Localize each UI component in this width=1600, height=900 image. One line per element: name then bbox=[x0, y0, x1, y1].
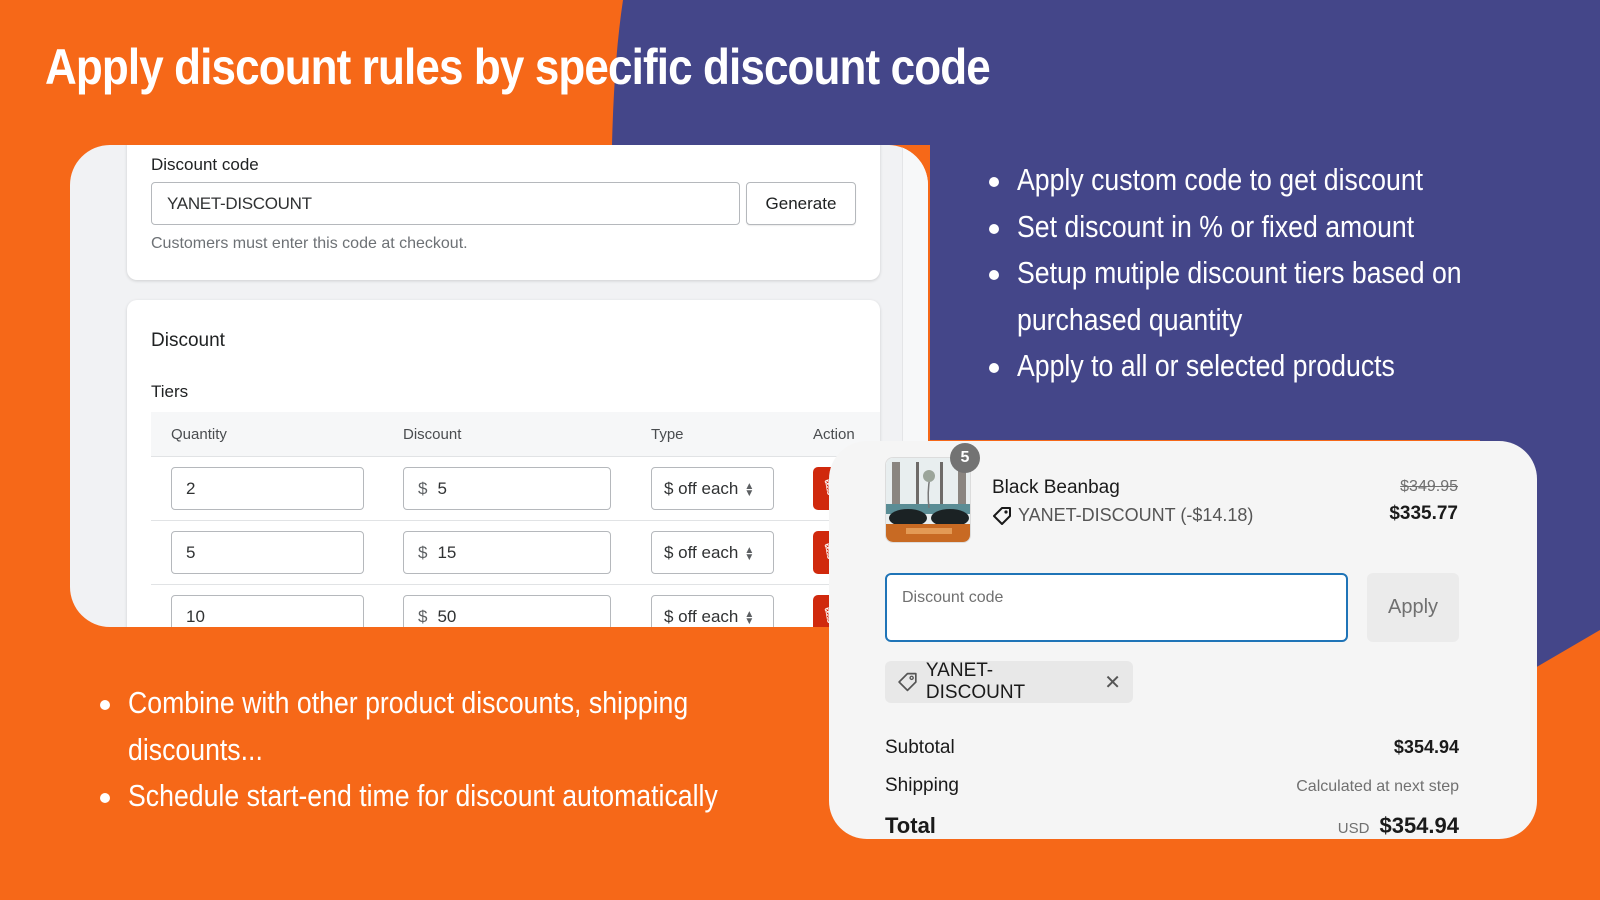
apply-button[interactable]: Apply bbox=[1367, 573, 1459, 642]
discount-code-input[interactable]: YANET-DISCOUNT bbox=[151, 182, 740, 225]
feature-item: Combine with other product discounts, sh… bbox=[98, 680, 858, 773]
feature-item: Apply to all or selected products bbox=[987, 343, 1587, 390]
discounted-price: $335.77 bbox=[1389, 503, 1458, 524]
currency-prefix: $ bbox=[418, 607, 428, 626]
tag-icon bbox=[898, 672, 917, 692]
feature-item: Set discount in % or fixed amount bbox=[987, 204, 1587, 251]
column-header-action: Action bbox=[813, 426, 855, 443]
total-currency: USD bbox=[1337, 820, 1370, 837]
select-arrows-icon: ▲ ▼ bbox=[744, 480, 755, 499]
original-price: $349.95 bbox=[1400, 478, 1458, 495]
feature-list-right: Apply custom code to get discount Set di… bbox=[987, 157, 1587, 390]
type-select[interactable]: $ off each ▲ ▼ bbox=[651, 595, 774, 627]
shipping-label: Shipping bbox=[885, 775, 959, 796]
page-headline: Apply discount rules by specific discoun… bbox=[45, 39, 991, 95]
tier-row: 5 $15 $ off each▲▼ 🗑 bbox=[151, 521, 880, 585]
currency-prefix: $ bbox=[418, 543, 428, 562]
quantity-input[interactable]: 5 bbox=[171, 531, 364, 574]
subtotal-row: Subtotal $354.94 bbox=[885, 737, 1459, 759]
discount-value: 5 bbox=[437, 479, 447, 498]
discount-value: 15 bbox=[437, 543, 457, 562]
feature-item: Schedule start-end time for discount aut… bbox=[98, 773, 858, 820]
type-value: $ off each bbox=[664, 607, 739, 626]
discount-input[interactable]: $15 bbox=[403, 531, 611, 574]
tier-row: 2 $5 $ off each▲▼ 🗑 bbox=[151, 457, 880, 521]
column-header-discount: Discount bbox=[403, 426, 462, 443]
discount-code-field[interactable]: Discount code bbox=[885, 573, 1348, 642]
product-discount-line: YANET-DISCOUNT (-$14.18) bbox=[992, 505, 1253, 526]
feature-item: Apply custom code to get discount bbox=[987, 157, 1587, 204]
type-select[interactable]: $ off each ▲ ▼ bbox=[651, 531, 774, 574]
applied-code-text: YANET-DISCOUNT (-$14.18) bbox=[1018, 505, 1254, 525]
shipping-value: Calculated at next step bbox=[1296, 778, 1459, 795]
tier-row: 10 $50 $ off each▲▼ 🗑 bbox=[151, 585, 880, 627]
type-select[interactable]: $ off each ▲ ▼ bbox=[651, 467, 774, 510]
discount-section-title: Discount bbox=[151, 330, 225, 351]
discount-code-label: Discount code bbox=[151, 155, 259, 174]
admin-panel: Discount code YANET-DISCOUNT Generate Cu… bbox=[70, 145, 928, 627]
quantity-input[interactable]: 10 bbox=[171, 595, 364, 627]
discount-input[interactable]: $50 bbox=[403, 595, 611, 627]
type-value: $ off each bbox=[664, 543, 739, 562]
discount-input[interactable]: $5 bbox=[403, 467, 611, 510]
column-header-type: Type bbox=[651, 426, 684, 443]
applied-discount-chip: YANET-DISCOUNT ✕ bbox=[885, 660, 1133, 703]
feature-list-left: Combine with other product discounts, sh… bbox=[98, 680, 858, 820]
column-header-quantity: Quantity bbox=[171, 426, 227, 443]
subtotal-label: Subtotal bbox=[885, 737, 955, 758]
applied-code-label: YANET-DISCOUNT bbox=[925, 660, 1026, 703]
select-arrows-icon: ▲ ▼ bbox=[744, 608, 755, 627]
currency-prefix: $ bbox=[418, 479, 428, 498]
discount-card: Discount Tiers Quantity Discount Type Ac… bbox=[127, 300, 880, 627]
quantity-input[interactable]: 2 bbox=[171, 467, 364, 510]
shipping-row: Shipping Calculated at next step bbox=[885, 775, 1459, 797]
checkout-panel: 5 Black Beanbag YANET-DISCOUNT (-$14.18)… bbox=[829, 441, 1537, 839]
discount-value: 50 bbox=[437, 607, 457, 626]
remove-code-icon[interactable]: ✕ bbox=[1104, 670, 1121, 695]
product-name: Black Beanbag bbox=[992, 477, 1120, 498]
discount-code-card: Discount code YANET-DISCOUNT Generate Cu… bbox=[127, 145, 880, 280]
total-value: $354.94 bbox=[1379, 813, 1459, 838]
subtotal-value: $354.94 bbox=[1393, 737, 1459, 757]
tiers-label: Tiers bbox=[151, 382, 189, 401]
total-row: Total USD $354.94 bbox=[885, 813, 1459, 839]
feature-item: Setup mutiple discount tiers based on pu… bbox=[987, 250, 1587, 343]
total-label: Total bbox=[885, 813, 936, 838]
discount-code-helptext: Customers must enter this code at checko… bbox=[151, 235, 468, 252]
type-value: $ off each bbox=[664, 479, 739, 498]
generate-button[interactable]: Generate bbox=[746, 182, 856, 225]
tag-icon bbox=[993, 506, 1011, 525]
quantity-badge: 5 bbox=[950, 443, 980, 473]
tiers-table-header: Quantity Discount Type Action bbox=[151, 412, 880, 457]
select-arrows-icon: ▲ ▼ bbox=[744, 544, 755, 563]
